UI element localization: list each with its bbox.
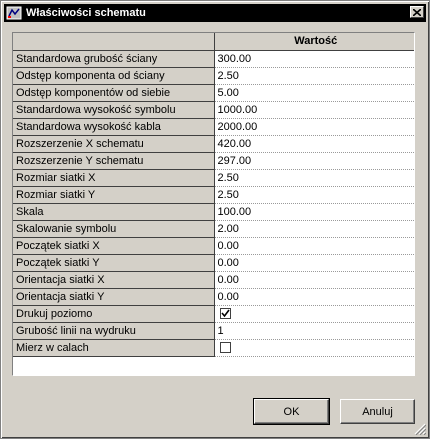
property-name: Skala — [13, 203, 215, 221]
property-name: Orientacja siatki Y — [13, 288, 215, 306]
property-value[interactable]: 2.50 — [214, 186, 414, 204]
property-row[interactable]: Grubość linii na wydruku 1 — [13, 322, 414, 340]
property-name: Odstęp komponentów od siebie — [13, 84, 215, 102]
property-value[interactable]: 0.00 — [214, 271, 414, 289]
property-row[interactable]: Początek siatki X 0.00 — [13, 237, 414, 255]
property-row[interactable]: Rozszerzenie Y schematu 297.00 — [13, 152, 414, 170]
property-row[interactable]: Skalowanie symbolu 2.00 — [13, 220, 414, 238]
property-name: Orientacja siatki X — [13, 271, 215, 289]
property-row[interactable]: Początek siatki Y 0.00 — [13, 254, 414, 272]
property-value[interactable]: 0.00 — [214, 254, 414, 272]
property-name: Rozmiar siatki X — [13, 169, 215, 187]
property-row[interactable]: Rozszerzenie X schematu 420.00 — [13, 135, 414, 153]
property-name: Rozszerzenie X schematu — [13, 135, 215, 153]
property-row[interactable]: Standardowa grubość ściany 300.00 — [13, 50, 414, 68]
dialog-window: Właściwości schematu Wartość Standardowa… — [0, 0, 430, 439]
property-value[interactable]: 2.50 — [214, 67, 414, 85]
title-bar[interactable]: Właściwości schematu — [4, 4, 426, 22]
property-value[interactable]: 1000.00 — [214, 101, 414, 119]
property-name: Mierz w calach — [13, 339, 215, 357]
property-value[interactable]: 2.00 — [214, 220, 414, 238]
property-row[interactable]: Drukuj poziomo — [13, 305, 414, 323]
property-value[interactable]: 1 — [214, 322, 414, 340]
property-name: Grubość linii na wydruku — [13, 322, 215, 340]
property-name: Standardowa grubość ściany — [13, 50, 215, 68]
close-button[interactable] — [410, 6, 424, 18]
property-value[interactable]: 2.50 — [214, 169, 414, 187]
property-value[interactable]: 2000.00 — [214, 118, 414, 136]
property-value[interactable]: 100.00 — [214, 203, 414, 221]
property-value[interactable]: 300.00 — [214, 50, 414, 68]
grid-header-row: Wartość — [13, 33, 414, 51]
property-value[interactable]: 297.00 — [214, 152, 414, 170]
value-column-header: Wartość — [214, 33, 414, 51]
property-value[interactable]: 5.00 — [214, 84, 414, 102]
property-value[interactable]: 0.00 — [214, 288, 414, 306]
property-row[interactable]: Standardowa wysokość kabla 2000.00 — [13, 118, 414, 136]
app-icon — [6, 6, 22, 20]
property-name: Standardowa wysokość symbolu — [13, 101, 215, 119]
property-name: Rozszerzenie Y schematu — [13, 152, 215, 170]
property-checkbox[interactable] — [219, 308, 231, 320]
property-value[interactable]: 420.00 — [214, 135, 414, 153]
property-row[interactable]: Odstęp komponenta od ściany 2.50 — [13, 67, 414, 85]
property-name: Początek siatki X — [13, 237, 215, 255]
cancel-button[interactable]: Anuluj — [340, 399, 415, 424]
property-name: Drukuj poziomo — [13, 305, 215, 323]
name-column-header — [13, 33, 215, 51]
property-name: Rozmiar siatki Y — [13, 186, 215, 204]
property-name: Standardowa wysokość kabla — [13, 118, 215, 136]
property-row[interactable]: Orientacja siatki X 0.00 — [13, 271, 414, 289]
property-value[interactable]: 0.00 — [214, 237, 414, 255]
property-name: Odstęp komponenta od ściany — [13, 67, 215, 85]
property-grid: Wartość Standardowa grubość ściany 300.00… — [12, 32, 415, 376]
property-row[interactable]: Mierz w calach — [13, 339, 414, 357]
property-name: Skalowanie symbolu — [13, 220, 215, 238]
property-row[interactable]: Skala 100.00 — [13, 203, 414, 221]
close-icon — [413, 8, 421, 16]
property-row[interactable]: Rozmiar siatki X 2.50 — [13, 169, 414, 187]
property-checkbox[interactable] — [219, 342, 231, 354]
window-title: Właściwości schematu — [26, 7, 146, 19]
property-checkbox-cell — [214, 339, 414, 357]
property-table: Wartość Standardowa grubość ściany 300.00… — [13, 33, 414, 357]
property-row[interactable]: Orientacja siatki Y 0.00 — [13, 288, 414, 306]
property-row[interactable]: Rozmiar siatki Y 2.50 — [13, 186, 414, 204]
property-row[interactable]: Standardowa wysokość symbolu 1000.00 — [13, 101, 414, 119]
property-row[interactable]: Odstęp komponentów od siebie 5.00 — [13, 84, 414, 102]
property-name: Początek siatki Y — [13, 254, 215, 272]
resize-grip-icon[interactable] — [414, 423, 426, 435]
check-icon — [220, 309, 230, 318]
property-checkbox-cell — [214, 305, 414, 323]
ok-button[interactable]: OK — [253, 398, 330, 425]
